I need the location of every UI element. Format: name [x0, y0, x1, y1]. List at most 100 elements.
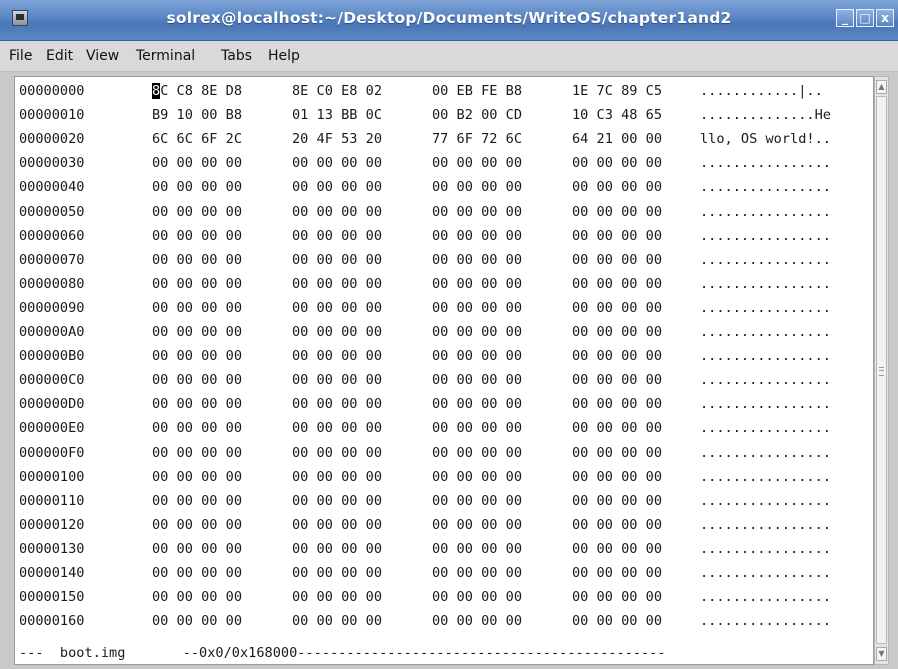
hex-group: 00 00 00 00 — [152, 492, 243, 509]
menu-bar: File Edit View Terminal Tabs Help — [0, 41, 898, 72]
hex-group: 00 00 00 00 — [432, 589, 523, 606]
hex-group: 00 00 00 00 — [572, 492, 663, 509]
hex-group: 00 00 00 00 — [292, 613, 383, 630]
ascii-column: ................ — [700, 227, 831, 244]
hex-group: 00 00 00 00 — [432, 275, 523, 292]
ascii-column: ................ — [700, 203, 831, 220]
hex-group: 00 00 00 00 — [292, 155, 383, 172]
ascii-column: ................ — [700, 324, 831, 340]
menu-view[interactable]: View — [86, 48, 119, 64]
row-offset: 00000090 — [19, 299, 85, 316]
hex-group: 00 00 00 00 — [152, 372, 243, 389]
hex-group: 00 00 00 00 — [432, 468, 523, 485]
ascii-column: ................ — [700, 251, 831, 268]
text-cursor: 8 — [152, 83, 161, 99]
ascii-column: ................ — [700, 420, 831, 437]
hex-group: 00 00 00 00 — [432, 179, 523, 196]
hex-group: 00 00 00 00 — [432, 348, 523, 365]
ascii-column: llo, OS world!.. — [700, 131, 831, 148]
scroll-down-arrow-icon[interactable]: ▼ — [876, 647, 887, 661]
hex-group: 00 00 00 00 — [432, 613, 523, 630]
menu-terminal[interactable]: Terminal — [136, 48, 195, 64]
hex-group: 00 00 00 00 — [432, 444, 523, 461]
hex-group: 00 00 00 00 — [292, 492, 383, 509]
menu-tabs[interactable]: Tabs — [221, 48, 252, 64]
row-offset: 000000B0 — [19, 348, 85, 365]
window-title: solrex@localhost:~/Desktop/Documents/Wri… — [166, 9, 732, 27]
hex-group: 00 00 00 00 — [572, 324, 663, 340]
hex-group: 8E C0 E8 02 — [292, 83, 383, 99]
ascii-column: ................ — [700, 275, 831, 292]
hex-group: 00 00 00 00 — [292, 420, 383, 437]
hex-group: 00 00 00 00 — [292, 589, 383, 606]
row-offset: 000000F0 — [19, 444, 85, 461]
hex-group: 00 00 00 00 — [292, 324, 383, 340]
ascii-column: ................ — [700, 372, 831, 389]
hex-group: 00 00 00 00 — [152, 540, 243, 557]
hex-group: 00 00 00 00 — [292, 468, 383, 485]
hex-group: 00 00 00 00 — [152, 275, 243, 292]
row-offset: 00000110 — [19, 492, 85, 509]
row-offset: 000000D0 — [19, 396, 85, 413]
hex-group: 00 00 00 00 — [572, 251, 663, 268]
row-offset: 00000030 — [19, 155, 85, 172]
minimize-button[interactable]: _ — [836, 9, 854, 27]
hex-group: 00 00 00 00 — [572, 275, 663, 292]
hex-group: 00 00 00 00 — [152, 444, 243, 461]
ascii-column: ................ — [700, 492, 831, 509]
hex-group: 00 00 00 00 — [432, 396, 523, 413]
hex-group: 10 C3 48 65 — [572, 107, 663, 124]
row-offset: 00000000 — [19, 83, 85, 99]
row-offset: 000000A0 — [19, 324, 85, 340]
hex-group: 00 00 00 00 — [432, 203, 523, 220]
hex-group: 00 00 00 00 — [572, 348, 663, 365]
hex-group: 00 00 00 00 — [572, 299, 663, 316]
hex-group: 00 00 00 00 — [292, 275, 383, 292]
ascii-column: ................ — [700, 444, 831, 461]
close-button[interactable]: x — [876, 9, 894, 27]
hex-group: B9 10 00 B8 — [152, 107, 243, 124]
menu-help[interactable]: Help — [268, 48, 300, 64]
row-offset: 00000160 — [19, 613, 85, 630]
maximize-button[interactable]: □ — [856, 9, 874, 27]
hex-group: 00 00 00 00 — [152, 516, 243, 533]
menu-file[interactable]: File — [9, 48, 32, 64]
hex-group: 00 00 00 00 — [432, 516, 523, 533]
hex-group: 00 00 00 00 — [152, 589, 243, 606]
menu-edit[interactable]: Edit — [46, 48, 73, 64]
row-offset: 00000120 — [19, 516, 85, 533]
scroll-up-arrow-icon[interactable]: ▲ — [876, 80, 887, 94]
row-offset: 00000100 — [19, 468, 85, 485]
grip-icon — [879, 367, 884, 376]
hex-group: 00 00 00 00 — [152, 396, 243, 413]
hex-group: 00 00 00 00 — [572, 155, 663, 172]
hex-group: 00 00 00 00 — [292, 227, 383, 244]
hex-group: 00 00 00 00 — [292, 540, 383, 557]
hex-group: 00 00 00 00 — [572, 613, 663, 630]
hex-group: 00 EB FE B8 — [432, 83, 523, 99]
hex-group: 00 00 00 00 — [152, 155, 243, 172]
hex-group: 8C C8 8E D8 — [152, 83, 243, 99]
hex-group: 00 00 00 00 — [572, 420, 663, 437]
hex-group: 1E 7C 89 C5 — [572, 83, 663, 99]
row-offset: 00000020 — [19, 131, 85, 148]
ascii-column: ................ — [700, 540, 831, 557]
status-line: --- boot.img --0x0/0x168000-------------… — [19, 645, 666, 661]
hex-group: 00 00 00 00 — [432, 565, 523, 581]
ascii-column: ................ — [700, 179, 831, 196]
vertical-scrollbar[interactable]: ▲ ▼ — [874, 76, 889, 665]
scrollbar-thumb[interactable] — [876, 96, 887, 644]
ascii-column: ................ — [700, 299, 831, 316]
hex-group: 64 21 00 00 — [572, 131, 663, 148]
hex-group: 00 00 00 00 — [152, 348, 243, 365]
hex-group: 00 00 00 00 — [152, 324, 243, 340]
row-offset: 000000C0 — [19, 372, 85, 389]
hex-group: 00 00 00 00 — [572, 589, 663, 606]
hex-group: 00 00 00 00 — [572, 396, 663, 413]
hex-group: 20 4F 53 20 — [292, 131, 383, 148]
title-bar[interactable]: solrex@localhost:~/Desktop/Documents/Wri… — [0, 0, 898, 41]
terminal-screen[interactable]: 00000000 8C C8 8E D8 8E C0 E8 02 00 EB FE B… — [14, 76, 874, 665]
hex-group: 00 00 00 00 — [432, 251, 523, 268]
hex-group: 00 00 00 00 — [292, 516, 383, 533]
row-offset: 00000140 — [19, 565, 85, 581]
